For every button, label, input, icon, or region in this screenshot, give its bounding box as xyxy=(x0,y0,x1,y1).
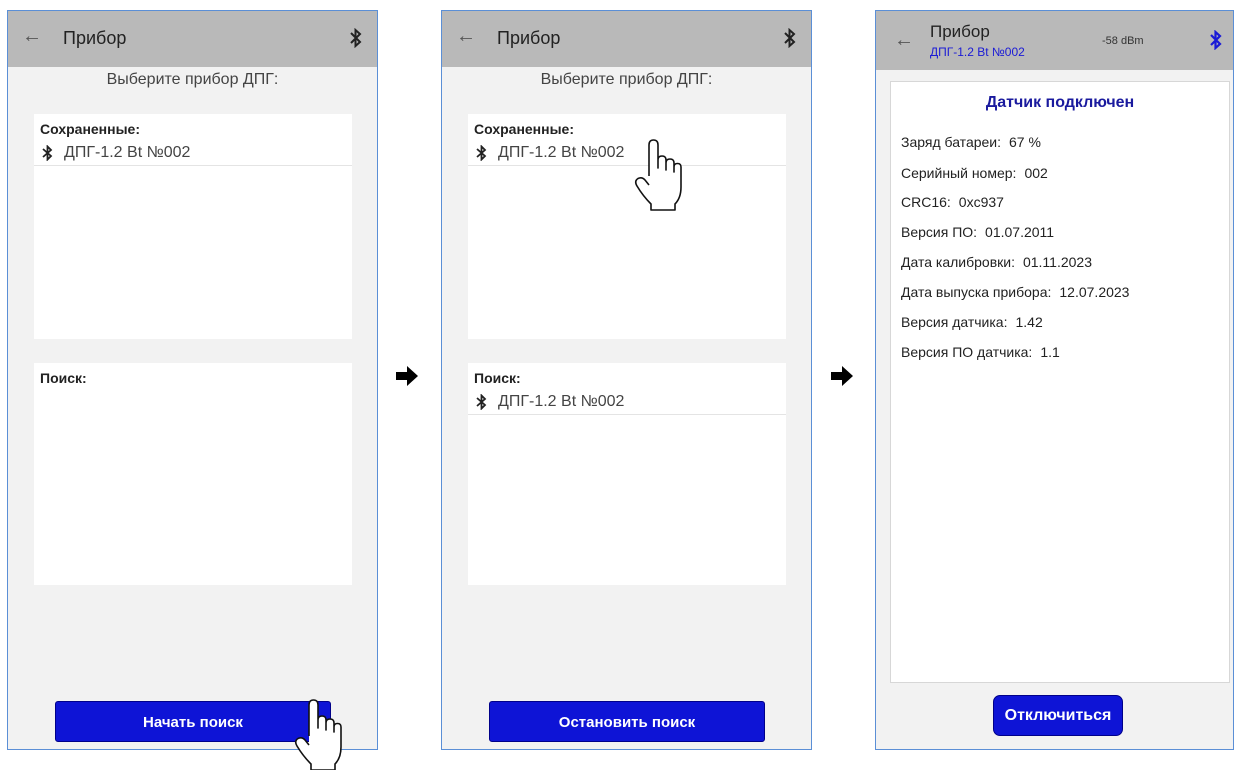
info-label: Дата выпуска прибора: xyxy=(901,284,1052,300)
saved-device-item[interactable]: ДПГ-1.2 Bt №002 xyxy=(34,140,352,166)
search-label: Поиск: xyxy=(474,370,521,386)
disconnect-button[interactable]: Отключиться xyxy=(993,695,1123,736)
info-row-sensor-firmware: Версия ПО датчика: 1.1 xyxy=(901,344,1060,360)
found-device-name: ДПГ-1.2 Bt №002 xyxy=(498,393,625,410)
hand-pointer-icon xyxy=(294,699,342,770)
back-arrow-icon[interactable]: ← xyxy=(894,29,914,52)
info-label: CRC16: xyxy=(901,194,951,210)
screen-device-info: ← Прибор ДПГ-1.2 Bt №002 -58 dBm Датчик … xyxy=(875,10,1234,750)
screen-searching: ← Прибор Выберите прибор ДПГ: Сохраненны… xyxy=(441,10,812,750)
info-label: Заряд батареи: xyxy=(901,134,1002,150)
saved-devices-label: Сохраненные: xyxy=(40,121,140,137)
arrow-right-icon xyxy=(396,366,418,386)
stop-search-button[interactable]: Остановить поиск xyxy=(489,701,765,742)
info-value: 1.42 xyxy=(1015,314,1043,330)
back-arrow-icon[interactable]: ← xyxy=(456,25,476,48)
saved-devices-card: Сохраненные: ДПГ-1.2 Bt №002 xyxy=(468,114,786,339)
select-device-hint: Выберите прибор ДПГ: xyxy=(540,71,713,88)
info-row-firmware: Версия ПО: 01.07.2011 xyxy=(901,224,1054,240)
app-title: Прибор xyxy=(930,22,990,41)
app-bar: ← Прибор xyxy=(8,11,377,67)
info-row-serial: Серийный номер: 002 xyxy=(901,165,1048,181)
connection-status: Датчик подключен xyxy=(985,94,1135,111)
connected-device-name: ДПГ-1.2 Bt №002 xyxy=(930,45,1025,59)
signal-strength: -58 dBm xyxy=(1102,35,1144,47)
bluetooth-icon xyxy=(476,394,487,410)
info-row-calibration: Дата калибровки: 01.11.2023 xyxy=(901,254,1092,270)
search-results-card: Поиск: xyxy=(34,363,352,585)
app-bar: ← Прибор ДПГ-1.2 Bt №002 -58 dBm xyxy=(876,11,1233,70)
info-label: Версия ПО датчика: xyxy=(901,344,1033,360)
app-bar: ← Прибор xyxy=(442,11,811,67)
info-value: 01.11.2023 xyxy=(1022,254,1092,270)
search-label: Поиск: xyxy=(40,370,87,386)
app-title: Прибор xyxy=(63,28,127,48)
info-row-sensor-version: Версия датчика: 1.42 xyxy=(901,314,1043,330)
bluetooth-icon[interactable] xyxy=(349,28,363,48)
device-info-card: Датчик подключен Заряд батареи: 67 % Сери… xyxy=(890,81,1230,683)
info-row-manufacture: Дата выпуска прибора: 12.07.2023 xyxy=(901,284,1129,300)
app-title: Прибор xyxy=(497,28,561,48)
saved-device-name: ДПГ-1.2 Bt №002 xyxy=(64,144,191,161)
back-arrow-icon[interactable]: ← xyxy=(22,25,42,48)
saved-device-item[interactable]: ДПГ-1.2 Bt №002 xyxy=(468,140,786,166)
bluetooth-icon xyxy=(42,145,53,161)
select-device-hint: Выберите прибор ДПГ: xyxy=(106,71,279,88)
start-search-button[interactable]: Начать поиск xyxy=(55,701,331,742)
info-value: 0xc937 xyxy=(958,194,1004,210)
info-label: Версия ПО: xyxy=(901,224,978,240)
info-value: 67 % xyxy=(1009,134,1041,150)
saved-devices-label: Сохраненные: xyxy=(474,121,574,137)
bluetooth-connected-icon[interactable] xyxy=(1209,30,1223,50)
info-row-crc: CRC16: 0xc937 xyxy=(901,194,1004,210)
screen-device-select: ← Прибор Выберите прибор ДПГ: Сохраненны… xyxy=(7,10,378,750)
bluetooth-icon xyxy=(476,145,487,161)
search-results-card: Поиск: ДПГ-1.2 Bt №002 xyxy=(468,363,786,585)
info-value: 1.1 xyxy=(1040,344,1060,360)
info-label: Версия датчика: xyxy=(901,314,1008,330)
arrow-right-icon xyxy=(831,366,853,386)
saved-devices-card: Сохраненные: ДПГ-1.2 Bt №002 xyxy=(34,114,352,339)
info-label: Серийный номер: xyxy=(901,165,1017,181)
info-label: Дата калибровки: xyxy=(901,254,1015,270)
bluetooth-icon[interactable] xyxy=(783,28,797,48)
info-row-battery: Заряд батареи: 67 % xyxy=(901,134,1041,150)
saved-device-name: ДПГ-1.2 Bt №002 xyxy=(498,144,625,161)
hand-pointer-icon xyxy=(634,139,682,211)
info-value: 12.07.2023 xyxy=(1059,284,1130,300)
found-device-item[interactable]: ДПГ-1.2 Bt №002 xyxy=(468,389,786,415)
info-value: 002 xyxy=(1024,165,1048,181)
info-value: 01.07.2011 xyxy=(985,224,1055,240)
